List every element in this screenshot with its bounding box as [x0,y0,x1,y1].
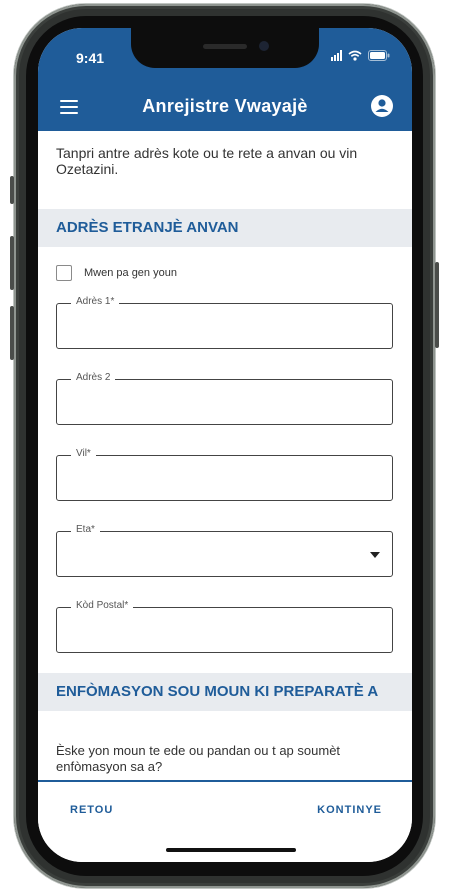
city-input[interactable] [65,466,369,492]
notch [131,28,319,68]
power-button [435,262,439,348]
continue-button[interactable]: KONTINYE [317,804,382,816]
page-title: Anrejistre Vwayajè [142,96,308,116]
home-indicator [166,848,296,852]
back-button[interactable]: RETOU [70,804,113,816]
app-header: Anrejistre Vwayajè [38,88,412,128]
speaker-grille [203,44,247,49]
address1-field[interactable]: Adrès 1* [56,296,393,349]
postal-code-field[interactable]: Kòd Postal* [56,600,393,653]
battery-icon [368,50,390,61]
state-select[interactable]: Eta* [56,524,393,577]
state-label: Eta* [71,524,100,535]
address2-field[interactable]: Adrès 2 [56,372,393,425]
no-address-checkbox-label: Mwen pa gen youn [84,267,177,279]
no-address-checkbox[interactable] [56,265,72,281]
section-heading-preparer: ENFÒMASYON SOU MOUN KI PREPARATÈ A [38,673,412,711]
front-camera [259,41,269,51]
silent-switch [10,176,14,204]
address2-input[interactable] [65,390,369,416]
volume-up-button [10,236,14,290]
phone-screen: 9:41 Anrejistre Vwayajè Tanpri antre adr… [38,28,412,862]
address1-input[interactable] [65,314,369,340]
postal-code-label: Kòd Postal* [71,600,134,611]
status-icons [331,50,390,61]
dropdown-arrow-icon[interactable] [370,552,380,558]
city-field[interactable]: Vil* [56,448,393,501]
preparer-question: Èske yon moun te ede ou pandan ou t ap s… [56,743,341,774]
no-address-checkbox-row[interactable]: Mwen pa gen youn [56,265,177,281]
wifi-icon [348,50,362,61]
intro-text: Tanpri antre adrès kote ou te rete a anv… [56,145,358,177]
section-heading-address: ADRÈS ETRANJÈ ANVAN [38,209,412,247]
address1-label: Adrès 1* [71,296,120,307]
signal-icon [331,50,342,61]
account-circle-icon[interactable] [370,94,394,118]
address2-label: Adrès 2 [71,372,116,383]
form-content: Tanpri antre adrès kote ou te rete a anv… [38,131,412,781]
volume-down-button [10,306,14,360]
city-label: Vil* [71,448,96,459]
bottom-nav-bar: RETOU KONTINYE [38,780,412,862]
top-bar: 9:41 Anrejistre Vwayajè [38,28,412,131]
status-time: 9:41 [76,50,105,66]
postal-code-input[interactable] [65,618,369,644]
